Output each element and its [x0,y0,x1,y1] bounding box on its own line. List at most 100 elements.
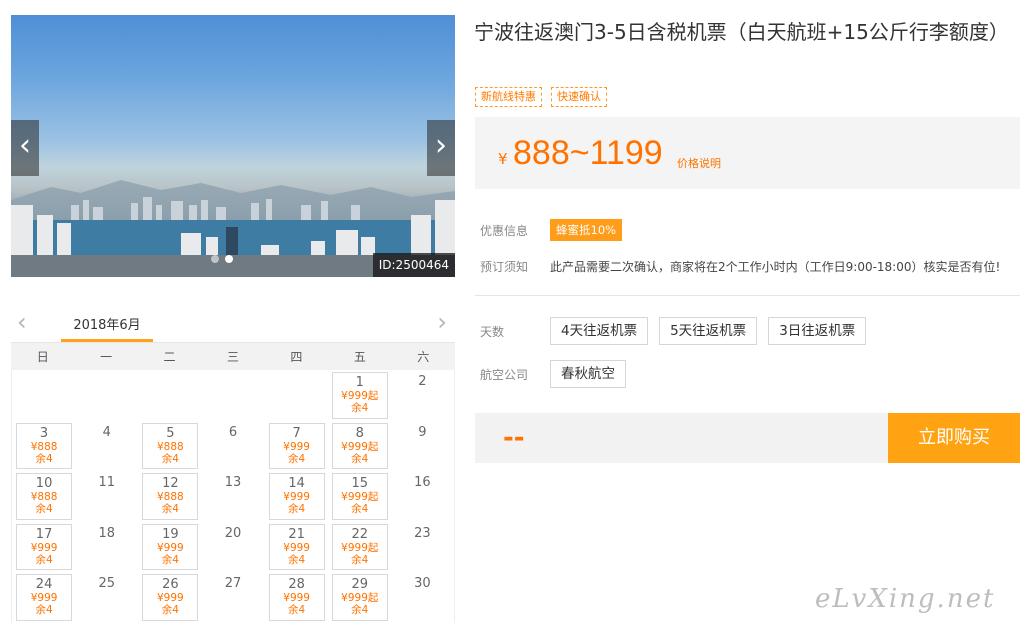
day-price: ¥888 [30,440,58,453]
calendar-day-14[interactable]: 14 ¥999 余4 [265,471,328,522]
day-number: 20 [224,525,242,541]
day-number: 7 [292,425,301,441]
days-option-4[interactable]: 4天往返机票 [550,317,649,345]
calendar-day-27: 27 [201,572,264,623]
buy-now-button[interactable]: 立即购买 [888,413,1020,463]
day-number: 13 [224,475,242,490]
calendar-weekday-row: 日一二三四五六 [11,342,455,370]
booking-notice-text: 此产品需要二次确认，商家将在2个工作小时内（工作日9:00-18:00）核实是否… [550,260,1001,274]
calendar-day-24[interactable]: 24 ¥999 余4 [12,572,75,623]
calendar-day-15[interactable]: 15 ¥999起 余4 [328,471,391,522]
seats-remaining: 余4 [161,503,179,515]
harbor-photo [11,180,455,277]
calendar-month-underline [61,339,153,342]
day-number: 10 [35,476,53,491]
calendar-day-30: 30 [391,572,454,623]
seats-remaining: 余4 [161,452,179,465]
calendar-day-29[interactable]: 29 ¥999起 余4 [328,572,391,623]
available-date-box[interactable]: 29 ¥999起 余4 [331,574,388,621]
calendar-day-22[interactable]: 22 ¥999起 余4 [328,522,391,573]
gallery-dot[interactable] [225,255,233,263]
calendar-day-26[interactable]: 26 ¥999 余4 [138,572,201,623]
available-date-box[interactable]: 21 ¥999 余4 [268,523,325,570]
available-date-box[interactable]: 3 ¥888 余4 [16,422,73,469]
calendar-day-19[interactable]: 19 ¥999 余4 [138,522,201,573]
calendar-day-20: 20 [201,522,264,573]
available-date-box[interactable]: 17 ¥999 余4 [16,523,73,570]
calendar-day-18: 18 [75,522,138,573]
site-watermark: eLvXing.net [815,584,996,614]
day-price: ¥888 [30,491,58,503]
available-date-box[interactable]: 8 ¥999起 余4 [331,422,388,469]
day-price: ¥999起 [341,592,379,604]
seats-remaining: 余4 [351,452,369,465]
days-option-row: 天数 4天往返机票 5天往返机票 3日往返机票 [480,317,877,345]
product-tag: 新航线特惠 [475,87,542,107]
available-date-box[interactable]: 7 ¥999 余4 [268,422,325,469]
available-date-box[interactable]: 28 ¥999 余4 [268,574,325,621]
calendar-day-17[interactable]: 17 ¥999 余4 [12,522,75,573]
product-title: 宁波往返澳门3-5日含税机票（白天航班+15公斤行李额度） [474,20,1009,44]
calendar-empty-cell [138,370,201,421]
weekday-label: 二 [163,350,176,364]
days-option-5[interactable]: 5天往返机票 [659,317,758,345]
calendar-day-1[interactable]: 1 ¥999起 余4 [328,370,391,421]
product-image-gallery: ‹ › ID:2500464 [11,15,455,277]
available-date-box[interactable]: 19 ¥999 余4 [142,523,199,570]
booking-notice-row: 预订须知 此产品需要二次确认，商家将在2个工作小时内（工作日9:00-18:00… [480,258,1000,275]
calendar-day-10[interactable]: 10 ¥888 余4 [12,471,75,522]
day-number: 17 [35,526,53,542]
price-explanation-link[interactable]: 价格说明 [677,155,721,171]
day-price: ¥999起 [341,491,379,503]
available-date-box[interactable]: 14 ¥999 余4 [268,473,325,520]
day-number: 27 [224,576,242,591]
day-number: 8 [355,425,364,441]
calendar-header: ‹ 2018年6月 › [11,308,455,342]
day-price: ¥999 [156,592,184,604]
day-price: ¥999 [283,440,310,453]
calendar-day-13: 13 [201,471,264,522]
day-number: 18 [98,525,115,541]
available-date-box[interactable]: 15 ¥999起 余4 [331,473,388,520]
gallery-next-button[interactable]: › [427,120,455,176]
days-option-3[interactable]: 3日往返机票 [768,317,867,345]
airline-option-spring[interactable]: 春秋航空 [550,360,626,388]
gallery-dot[interactable] [211,255,219,263]
calendar-day-8[interactable]: 8 ¥999起 余4 [328,421,391,472]
day-number: 28 [288,577,305,592]
calendar-prev-month-button[interactable]: ‹ [17,308,27,336]
price-range: 888~1199 [513,134,663,172]
day-price: ¥999 [30,592,58,604]
calendar-day-5[interactable]: 5 ¥888 余4 [138,421,201,472]
discount-badge: 蜂蜜抵10% [550,219,623,241]
gallery-prev-button[interactable]: ‹ [11,120,39,176]
available-date-box[interactable]: 22 ¥999起 余4 [331,523,388,570]
calendar-day-7[interactable]: 7 ¥999 余4 [265,421,328,472]
available-date-box[interactable]: 10 ¥888 余4 [16,473,73,520]
calendar-empty-cell [12,370,75,421]
weekday-label: 日 [36,350,49,364]
day-price: ¥999 [156,541,184,554]
available-date-box[interactable]: 12 ¥888 余4 [142,473,199,520]
available-date-box[interactable]: 26 ¥999 余4 [142,574,199,621]
seats-remaining: 余4 [288,503,306,515]
product-tags: 新航线特惠 快速确认 [475,87,607,107]
day-number: 29 [351,577,369,592]
available-date-box[interactable]: 24 ¥999 余4 [16,574,73,621]
discount-label: 优惠信息 [480,223,529,238]
seats-remaining: 余4 [35,503,53,515]
seats-remaining: 余4 [288,604,306,616]
calendar-day-21[interactable]: 21 ¥999 余4 [265,522,328,573]
weekday-label: 三 [226,350,239,364]
weekday-label: 六 [417,350,430,364]
calendar-day-23: 23 [391,522,454,573]
calendar-day-28[interactable]: 28 ¥999 余4 [265,572,328,623]
calendar-day-3[interactable]: 3 ¥888 余4 [12,421,75,472]
calendar-next-month-button[interactable]: › [437,308,447,336]
day-number: 3 [39,425,49,441]
available-date-box[interactable]: 5 ¥888 余4 [142,422,199,469]
available-date-box[interactable]: 1 ¥999起 余4 [331,372,388,419]
day-price: ¥999 [283,541,310,554]
calendar-day-12[interactable]: 12 ¥888 余4 [138,471,201,522]
weekday-label: 一 [100,350,113,364]
